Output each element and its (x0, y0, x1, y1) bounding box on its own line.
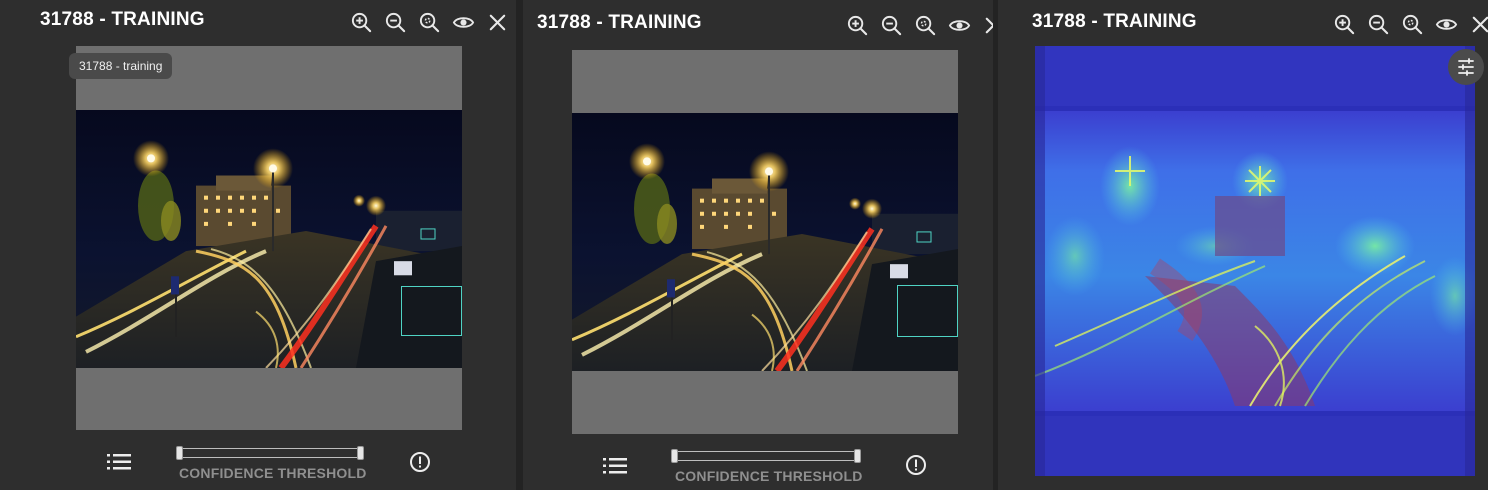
heatmap-canvas[interactable] (1035, 46, 1475, 476)
slider-track (671, 451, 861, 461)
confidence-threshold-label: CONFIDENCE THRESHOLD (179, 465, 367, 481)
panel-title: 31788 - TRAINING (40, 9, 205, 30)
heatmap-image (1035, 46, 1475, 476)
viewer-panel-2: 31788 - TRAINING CONFIDENCE THRESHOLD (523, 0, 993, 490)
slider-handle-min[interactable] (671, 449, 678, 463)
confidence-slider[interactable] (176, 446, 364, 460)
viewer-panel-1: 31788 - TRAINING 31788 - training CONFID… (0, 0, 516, 490)
zoom-out-icon[interactable] (1367, 13, 1390, 36)
image-canvas[interactable] (572, 50, 958, 434)
zoom-fit-icon[interactable] (418, 11, 441, 34)
panel-toolbar (846, 12, 993, 38)
zoom-fit-icon[interactable] (914, 14, 937, 37)
slider-track (176, 448, 364, 458)
title-tooltip: 31788 - training (69, 53, 173, 79)
slider-handle-min[interactable] (176, 446, 183, 460)
zoom-out-icon[interactable] (384, 11, 407, 34)
panel-toolbar (350, 9, 509, 35)
tune-icon[interactable] (1448, 49, 1484, 85)
info-icon[interactable] (905, 454, 927, 476)
info-icon[interactable] (409, 451, 431, 473)
zoom-out-icon[interactable] (880, 14, 903, 37)
image-canvas[interactable] (76, 46, 462, 430)
zoom-in-icon[interactable] (846, 14, 869, 37)
close-icon[interactable] (1469, 13, 1488, 36)
eye-icon[interactable] (948, 14, 971, 37)
eye-icon[interactable] (452, 11, 475, 34)
close-icon[interactable] (486, 11, 509, 34)
confidence-slider[interactable] (671, 449, 861, 463)
slider-handle-max[interactable] (854, 449, 861, 463)
slider-handle-max[interactable] (357, 446, 364, 460)
zoom-fit-icon[interactable] (1401, 13, 1424, 36)
list-icon[interactable] (603, 456, 627, 476)
close-icon[interactable] (982, 14, 993, 37)
panel-toolbar (1333, 11, 1488, 37)
panel-title: 31788 - TRAINING (1032, 11, 1197, 32)
viewer-panel-3: 31788 - TRAINING (998, 0, 1488, 490)
detection-box[interactable] (897, 285, 958, 337)
list-icon[interactable] (107, 452, 131, 472)
zoom-in-icon[interactable] (1333, 13, 1356, 36)
zoom-in-icon[interactable] (350, 11, 373, 34)
confidence-threshold-label: CONFIDENCE THRESHOLD (675, 468, 863, 484)
eye-icon[interactable] (1435, 13, 1458, 36)
panel-title: 31788 - TRAINING (537, 12, 702, 33)
detection-box[interactable] (401, 286, 462, 336)
